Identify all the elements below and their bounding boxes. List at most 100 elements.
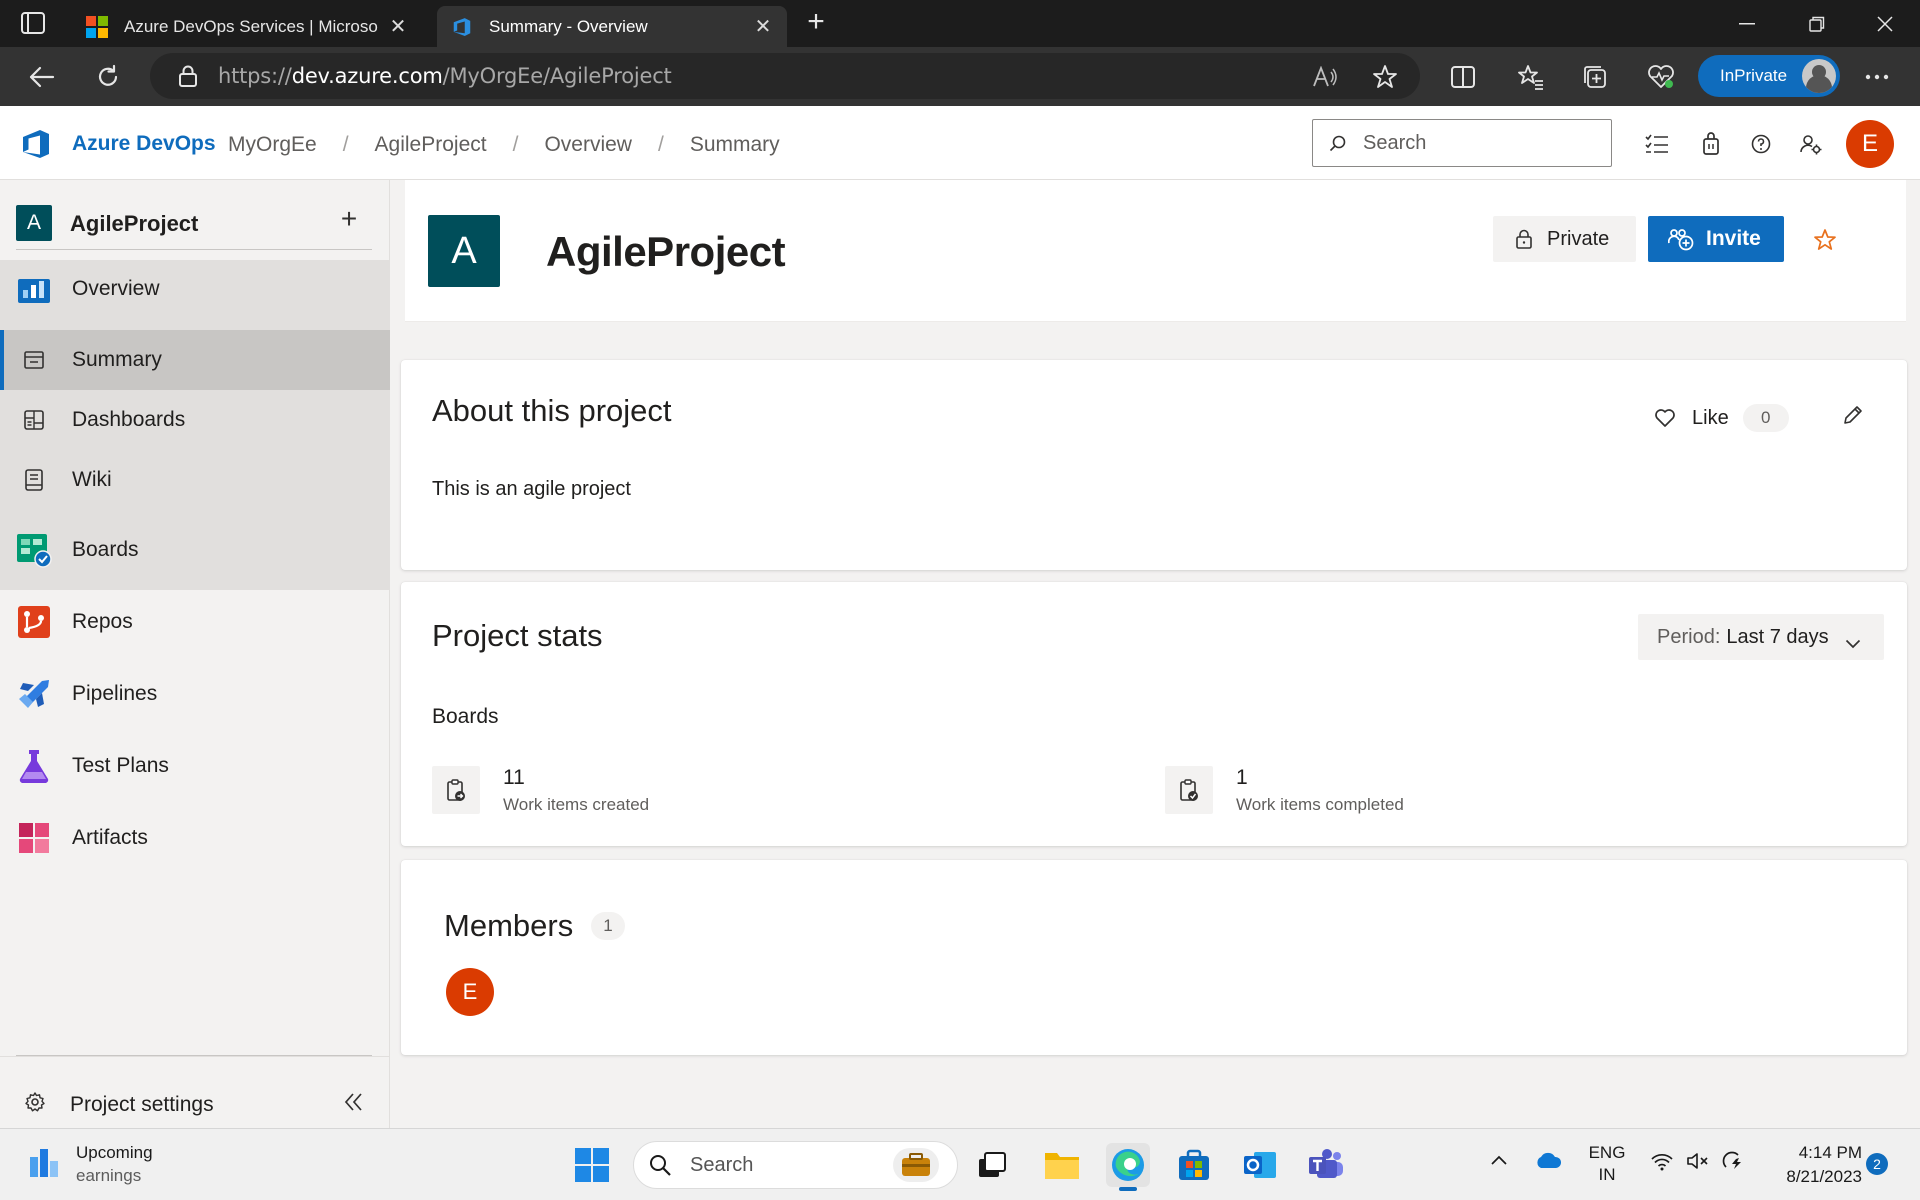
weather-widget[interactable]: Upcoming earnings (28, 1143, 153, 1186)
favorites-icon[interactable] (1516, 62, 1546, 92)
sidebar-item-artifacts[interactable]: Artifacts (0, 804, 390, 872)
close-tab-icon[interactable]: ✕ (753, 14, 773, 39)
task-view-icon[interactable] (970, 1143, 1014, 1187)
inprivate-button[interactable]: InPrivate (1698, 55, 1840, 97)
sidebar-item-label: Overview (72, 277, 160, 300)
sidebar-item-repos[interactable]: Repos (0, 588, 390, 656)
stat-work-items-completed[interactable]: 1 Work items completed (1165, 766, 1404, 815)
restore-icon[interactable] (1782, 0, 1852, 47)
language-code: ENG (1588, 1143, 1626, 1162)
close-tab-icon[interactable]: ✕ (388, 14, 408, 39)
project-selector[interactable]: A AgileProject + (16, 196, 372, 250)
language-indicator[interactable]: ENG IN (1585, 1142, 1629, 1186)
region-code: IN (1598, 1165, 1616, 1184)
show-hidden-icons-chevron-icon[interactable] (1490, 1151, 1508, 1171)
sidebar-item-pipelines[interactable]: Pipelines (0, 660, 390, 728)
stats-heading: Project stats (432, 618, 603, 653)
like-button[interactable]: Like 0 (1654, 404, 1789, 432)
volume-muted-icon[interactable] (1686, 1151, 1710, 1176)
file-explorer-icon[interactable] (1040, 1143, 1084, 1187)
active-indicator (1119, 1187, 1137, 1191)
refresh-icon[interactable] (92, 61, 124, 93)
tab-summary-overview[interactable]: Summary - Overview ✕ (437, 6, 787, 47)
taskbar-search-label: Search (690, 1153, 754, 1176)
onedrive-icon[interactable] (1534, 1151, 1562, 1174)
breadcrumb-summary[interactable]: Summary (690, 133, 780, 157)
collections-icon[interactable] (1580, 62, 1610, 92)
sidebar-item-wiki[interactable]: Wiki (0, 450, 390, 510)
profile-avatar-icon (1802, 59, 1836, 93)
minimize-icon[interactable] (1712, 0, 1782, 47)
members-count-badge: 1 (591, 912, 625, 940)
private-button[interactable]: Private (1493, 216, 1636, 262)
sidebar-item-summary[interactable]: Summary (0, 330, 390, 390)
help-icon[interactable] (1748, 131, 1774, 157)
sidebar-item-dashboards[interactable]: Dashboards (0, 390, 390, 450)
project-avatar-large: A (428, 215, 500, 287)
stat-value: 1 (1236, 766, 1248, 789)
sidebar-item-label: Wiki (72, 468, 112, 491)
wifi-icon[interactable] (1650, 1151, 1674, 1176)
breadcrumb-organization[interactable]: MyOrgEe (228, 133, 317, 157)
microsoft-store-icon[interactable] (1172, 1143, 1216, 1187)
breadcrumb-separator: / (342, 133, 349, 156)
sidebar-item-test-plans[interactable]: Test Plans (0, 732, 390, 800)
stat-work-items-created[interactable]: 11 Work items created (432, 766, 649, 815)
task-list-icon[interactable] (1644, 131, 1670, 157)
weather-title: Upcoming (76, 1143, 153, 1162)
back-icon[interactable] (26, 61, 58, 93)
project-name[interactable]: AgileProject (70, 211, 198, 237)
member-avatar[interactable]: E (446, 968, 494, 1016)
more-options-icon[interactable] (1862, 62, 1892, 92)
windows-start-icon[interactable] (574, 1147, 610, 1183)
favorite-project-star-icon[interactable] (1813, 228, 1837, 252)
project-description: This is an agile project (432, 478, 631, 500)
outlook-icon[interactable] (1238, 1143, 1282, 1187)
tab-title: Summary - Overview (489, 16, 648, 36)
search-icon (1329, 134, 1347, 152)
project-settings-link[interactable]: Project settings (0, 1055, 390, 1128)
sidebar-item-label: Dashboards (72, 408, 186, 431)
sidebar-item-overview[interactable]: Overview (0, 258, 390, 320)
breadcrumb-project[interactable]: AgileProject (375, 133, 487, 157)
sidebar-item-label: Summary (72, 348, 162, 371)
collapse-sidebar-icon[interactable] (342, 1091, 366, 1113)
favorite-star-icon[interactable] (1370, 62, 1400, 92)
system-clock[interactable]: 4:14 PM 8/21/2023 (1768, 1141, 1862, 1189)
inprivate-label: InPrivate (1720, 66, 1788, 85)
azure-devops-logo-icon[interactable] (20, 128, 52, 160)
header-search-box[interactable] (1312, 119, 1612, 167)
user-settings-icon[interactable] (1798, 131, 1824, 157)
tab-actions-icon[interactable] (20, 11, 46, 35)
battery-charging-icon[interactable] (1722, 1151, 1748, 1176)
address-bar[interactable]: https://dev.azure.com/MyOrgEe/AgileProje… (150, 53, 1420, 99)
split-screen-icon[interactable] (1448, 62, 1478, 92)
edge-browser-icon[interactable] (1106, 1143, 1150, 1191)
sidebar-item-boards[interactable]: Boards (0, 516, 390, 584)
artifacts-icon (16, 820, 52, 856)
new-tab-button[interactable]: + (800, 7, 832, 40)
user-avatar[interactable]: E (1846, 120, 1894, 168)
marketplace-bag-icon[interactable] (1698, 131, 1724, 157)
search-input[interactable] (1363, 131, 1593, 155)
add-new-button[interactable]: + (334, 205, 364, 235)
invite-people-icon (1667, 227, 1694, 251)
lock-icon[interactable] (178, 65, 198, 87)
taskbar-search[interactable]: Search (633, 1141, 958, 1189)
period-dropdown[interactable]: Period: Last 7 days (1638, 614, 1884, 660)
edit-pencil-icon[interactable] (1842, 404, 1864, 426)
teams-icon[interactable] (1304, 1143, 1348, 1187)
invite-button[interactable]: Invite (1648, 216, 1784, 262)
browser-essentials-icon[interactable] (1646, 62, 1676, 92)
notification-badge[interactable]: 2 (1866, 1153, 1888, 1175)
ado-header: Azure DevOps MyOrgEe / AgileProject / Ov… (0, 106, 1920, 180)
read-aloud-icon[interactable] (1310, 62, 1340, 92)
brand-name[interactable]: Azure DevOps (72, 132, 216, 156)
close-window-icon[interactable] (1850, 0, 1920, 47)
briefcase-icon (893, 1148, 939, 1182)
breadcrumb-separator: / (657, 133, 664, 156)
breadcrumb-overview[interactable]: Overview (544, 133, 632, 157)
summary-icon (20, 346, 48, 374)
tab-azure-devops-services[interactable]: Azure DevOps Services | Microso ✕ (72, 6, 422, 47)
search-icon (648, 1153, 672, 1177)
